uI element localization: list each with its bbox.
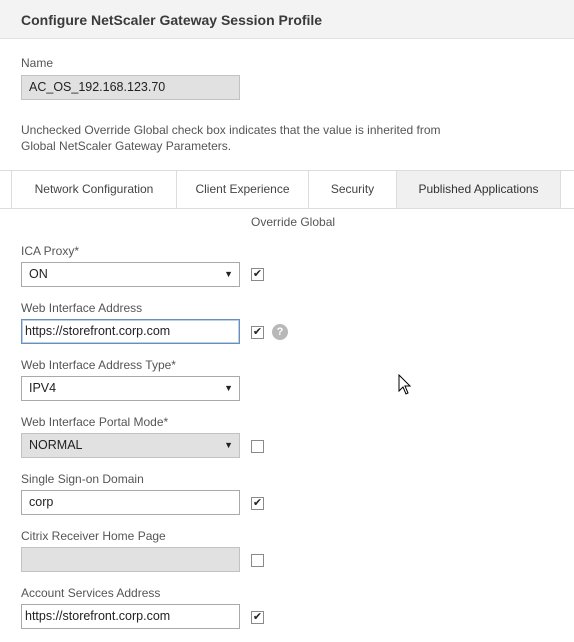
name-label: Name xyxy=(21,56,54,70)
web-interface-portal-mode-label: Web Interface Portal Mode* xyxy=(21,415,169,429)
override-global-header: Override Global xyxy=(251,215,336,229)
tab-published-applications[interactable]: Published Applications xyxy=(396,171,561,208)
ica-proxy-label: ICA Proxy* xyxy=(21,244,80,258)
chevron-down-icon: ▼ xyxy=(224,383,233,393)
web-interface-portal-mode-select[interactable]: NORMAL ▼ xyxy=(21,433,240,458)
citrix-receiver-home-page-override-checkbox[interactable] xyxy=(251,554,264,567)
web-interface-portal-mode-override-checkbox[interactable] xyxy=(251,440,264,453)
web-interface-address-type-value: IPV4 xyxy=(29,381,57,395)
web-interface-address-type-label: Web Interface Address Type* xyxy=(21,358,176,372)
chevron-down-icon: ▼ xyxy=(224,269,233,279)
info-text-line1: Unchecked Override Global check box indi… xyxy=(21,123,441,137)
tab-client-experience[interactable]: Client Experience xyxy=(176,171,308,208)
dialog-title: Configure NetScaler Gateway Session Prof… xyxy=(21,12,323,28)
single-sign-on-domain-input[interactable]: corp xyxy=(21,490,240,515)
web-interface-address-override-checkbox[interactable]: ✔ xyxy=(251,326,264,339)
web-interface-portal-mode-value: NORMAL xyxy=(29,438,83,452)
mouse-cursor-icon xyxy=(398,374,412,395)
dialog-header: Configure NetScaler Gateway Session Prof… xyxy=(0,0,574,39)
web-interface-address-type-select[interactable]: IPV4 ▼ xyxy=(21,376,240,401)
single-sign-on-domain-override-checkbox[interactable]: ✔ xyxy=(251,497,264,510)
account-services-address-label: Account Services Address xyxy=(21,586,161,600)
tab-bar: Network Configuration Client Experience … xyxy=(0,170,574,209)
citrix-receiver-home-page-label: Citrix Receiver Home Page xyxy=(21,529,166,543)
single-sign-on-domain-label: Single Sign-on Domain xyxy=(21,472,144,486)
tab-security[interactable]: Security xyxy=(308,171,396,208)
ica-proxy-override-checkbox[interactable]: ✔ xyxy=(251,268,264,281)
ica-proxy-value: ON xyxy=(29,267,48,281)
info-text-line2: Global NetScaler Gateway Parameters. xyxy=(21,139,232,153)
web-interface-address-label: Web Interface Address xyxy=(21,301,143,315)
help-icon[interactable]: ? xyxy=(272,324,288,340)
web-interface-address-input[interactable]: https://storefront.corp.com xyxy=(21,319,240,344)
ica-proxy-select[interactable]: ON ▼ xyxy=(21,262,240,287)
account-services-address-override-checkbox[interactable]: ✔ xyxy=(251,611,264,624)
tab-network-configuration[interactable]: Network Configuration xyxy=(11,171,176,208)
name-input[interactable]: AC_OS_192.168.123.70 xyxy=(21,75,240,100)
chevron-down-icon: ▼ xyxy=(224,440,233,450)
account-services-address-input[interactable]: https://storefront.corp.com xyxy=(21,604,240,629)
citrix-receiver-home-page-input[interactable] xyxy=(21,547,240,572)
